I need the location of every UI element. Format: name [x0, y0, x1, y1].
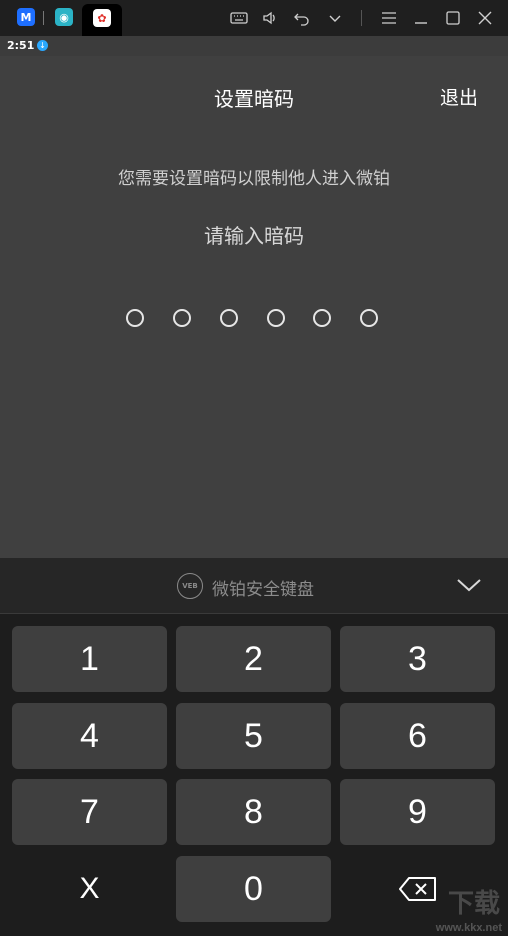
chevron-down-icon — [457, 579, 481, 592]
passcode-dot — [173, 309, 191, 327]
undo-icon[interactable] — [293, 9, 311, 27]
key-9[interactable]: 9 — [340, 779, 495, 845]
key-2[interactable]: 2 — [176, 626, 331, 692]
keyboard-title: 微铂安全键盘 — [212, 580, 314, 600]
status-bar: 2:51 ↓ — [0, 36, 508, 56]
maximize-icon[interactable] — [444, 9, 462, 27]
backspace-icon — [398, 877, 436, 901]
keyboard-collapse-button[interactable] — [456, 574, 482, 596]
watermark-url: www.kkx.net — [435, 922, 502, 934]
key-clear[interactable]: X — [12, 856, 167, 922]
passcode-dot — [267, 309, 285, 327]
chevron-down-icon[interactable] — [326, 9, 344, 27]
passcode-dot — [126, 309, 144, 327]
key-1[interactable]: 1 — [12, 626, 167, 692]
tab-separator — [43, 11, 44, 25]
exit-button[interactable]: 退出 — [440, 83, 478, 110]
key-0[interactable]: 0 — [176, 856, 331, 922]
status-time: 2:51 — [7, 39, 35, 52]
minimize-icon[interactable] — [412, 9, 430, 27]
volume-icon[interactable] — [261, 9, 279, 27]
key-4[interactable]: 4 — [12, 703, 167, 769]
description-text: 您需要设置暗码以限制他人进入微铂 — [118, 169, 390, 189]
game-app-icon[interactable]: ◉ — [55, 8, 73, 26]
key-6[interactable]: 6 — [340, 703, 495, 769]
weibo-app-icon: ✿ — [93, 9, 111, 27]
close-icon[interactable] — [476, 9, 494, 27]
keyboard-header: VEB 微铂安全键盘 — [0, 558, 508, 614]
key-5[interactable]: 5 — [176, 703, 331, 769]
page-title: 设置暗码 — [214, 87, 294, 111]
active-tab[interactable]: ✿ — [82, 4, 122, 36]
set-passcode-screen: 设置暗码 退出 您需要设置暗码以限制他人进入微铂 请输入暗码 — [0, 56, 508, 558]
keyboard-logo: VEB — [177, 573, 203, 599]
toolbar-separator — [361, 10, 362, 26]
passcode-dot — [313, 309, 331, 327]
key-8[interactable]: 8 — [176, 779, 331, 845]
m-app-icon[interactable]: M — [17, 8, 35, 26]
passcode-prompt: 请输入暗码 — [204, 224, 304, 248]
menu-icon[interactable] — [380, 9, 398, 27]
download-status-icon: ↓ — [37, 40, 48, 51]
watermark-logo: 下载 — [447, 889, 500, 919]
emulator-toolbar: M ◉ ✿ — [0, 0, 508, 36]
key-7[interactable]: 7 — [12, 779, 167, 845]
passcode-dot — [220, 309, 238, 327]
secure-keypad: 1 2 3 4 5 6 7 8 9 X 0 下载 www.kkx.net — [0, 614, 508, 936]
key-3[interactable]: 3 — [340, 626, 495, 692]
keyboard-icon[interactable] — [230, 9, 248, 27]
passcode-dot — [360, 309, 378, 327]
